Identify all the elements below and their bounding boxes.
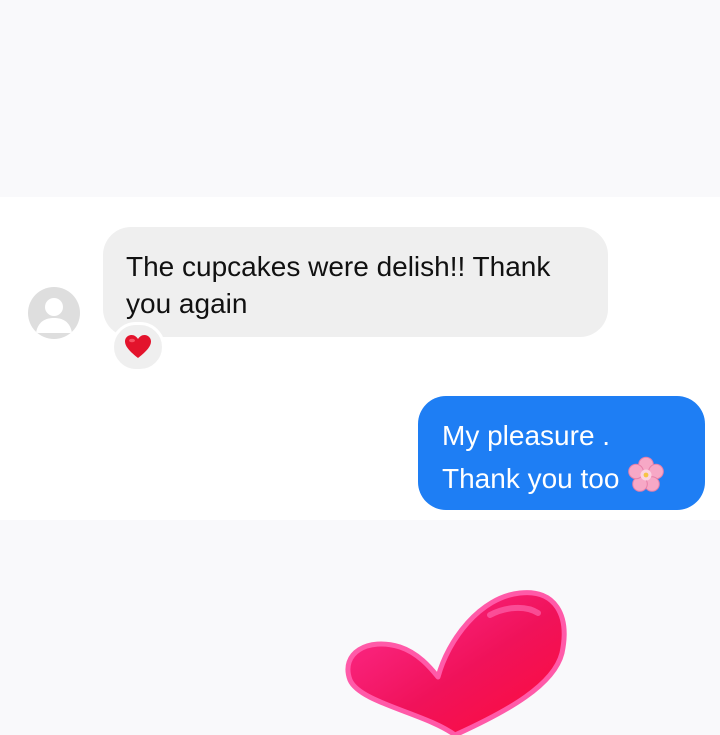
cherry-blossom-icon: [627, 456, 665, 505]
top-background: [0, 0, 720, 197]
outgoing-message-text: Thank you too: [442, 463, 620, 494]
message-reaction[interactable]: [111, 322, 165, 372]
incoming-message-bubble[interactable]: The cupcakes were delish!! Thank you aga…: [103, 227, 608, 337]
incoming-message-line-2: you again: [126, 288, 248, 319]
red-heart-icon: [125, 335, 151, 358]
person-icon: [36, 298, 72, 333]
sender-avatar[interactable]: [28, 287, 80, 339]
incoming-message-line-1: The cupcakes were delish!! Thank: [126, 251, 551, 282]
outgoing-message-line-2: Thank you too: [442, 456, 687, 505]
outgoing-message-bubble[interactable]: My pleasure . Thank you too: [418, 396, 705, 510]
pink-heart-sticker-icon[interactable]: [330, 585, 580, 735]
outgoing-message-line-1: My pleasure .: [442, 420, 611, 451]
